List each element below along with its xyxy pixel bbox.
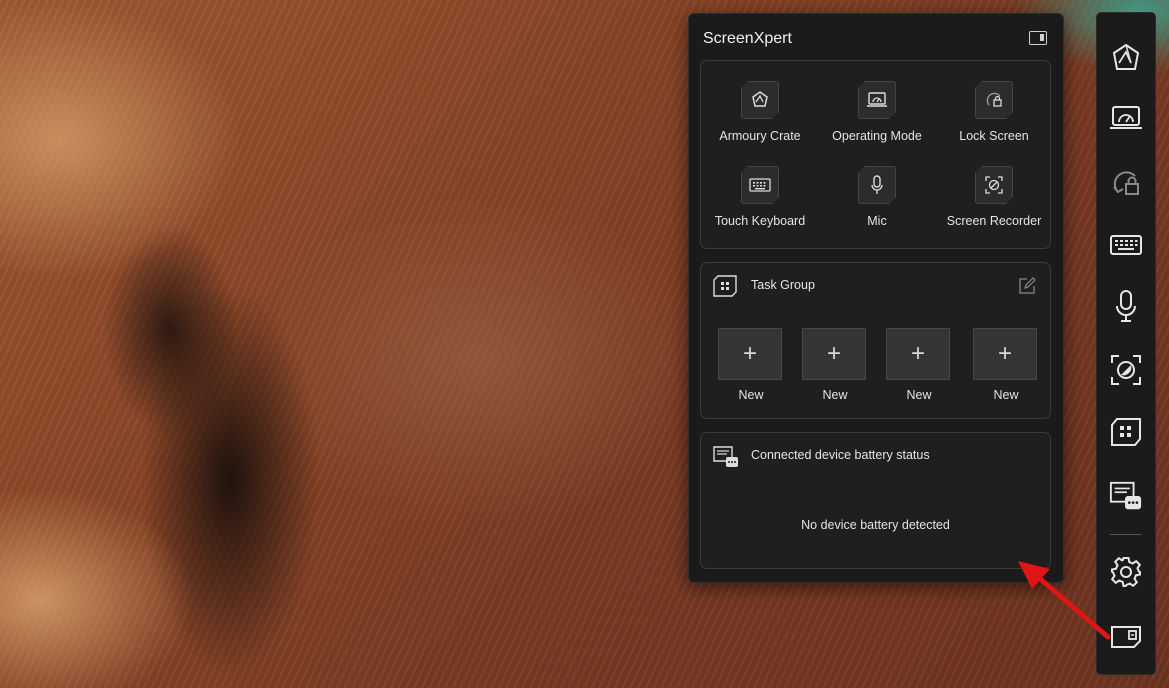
panel-title: ScreenXpert [703, 30, 792, 47]
task-group-icon[interactable] [1109, 415, 1143, 449]
task-group-icon [713, 275, 737, 297]
annotation-arrow [1018, 561, 1111, 640]
add-task-button[interactable]: + [718, 328, 782, 380]
quick-action-touch-keyboard[interactable]: Touch Keyboard [701, 166, 819, 228]
keyboard-icon[interactable] [1109, 228, 1143, 262]
quick-action-operating-mode[interactable]: Operating Mode [818, 81, 936, 143]
operating-mode-icon [858, 81, 896, 119]
lock-screen-icon[interactable] [1109, 166, 1143, 200]
battery-status-icon [713, 445, 738, 467]
collapse-panel-icon[interactable] [1029, 31, 1047, 45]
armoury-crate-icon [741, 81, 779, 119]
task-slot-label: New [906, 388, 932, 402]
quick-action-mic[interactable]: Mic [818, 166, 936, 228]
task-slot-new[interactable]: + New [886, 328, 952, 402]
mic-icon[interactable] [1109, 289, 1143, 323]
task-slot-label: New [822, 388, 848, 402]
task-group-card: Task Group + New + New + New + New [700, 262, 1051, 419]
mic-icon [858, 166, 896, 204]
quick-action-label: Lock Screen [959, 129, 1029, 143]
screen-recorder-icon [975, 166, 1013, 204]
lock-screen-icon [975, 81, 1013, 119]
battery-status-icon[interactable] [1109, 479, 1143, 513]
quick-action-label: Armoury Crate [719, 129, 801, 143]
quick-action-label: Screen Recorder [946, 214, 1042, 228]
task-slot-label: New [993, 388, 1019, 402]
dock-divider [1110, 534, 1142, 535]
quick-action-armoury-crate[interactable]: Armoury Crate [701, 81, 819, 143]
quick-action-label: Operating Mode [832, 129, 922, 143]
task-group-title: Task Group [751, 278, 815, 292]
screenxpert-panel: ScreenXpert Armoury Crate Operating Mode… [688, 13, 1064, 583]
edit-icon[interactable] [1018, 277, 1036, 295]
add-task-button[interactable]: + [886, 328, 950, 380]
armoury-crate-icon[interactable] [1109, 41, 1143, 75]
battery-status-title: Connected device battery status [751, 448, 930, 462]
quick-action-label: Mic [867, 214, 887, 228]
task-slot-new[interactable]: + New [973, 328, 1039, 402]
keyboard-icon [741, 166, 779, 204]
battery-empty-message: No device battery detected [801, 518, 950, 532]
task-slot-label: New [738, 388, 764, 402]
task-slot-new[interactable]: + New [718, 328, 784, 402]
quick-action-label: Touch Keyboard [714, 214, 806, 228]
add-task-button[interactable]: + [802, 328, 866, 380]
add-task-button[interactable]: + [973, 328, 1037, 380]
task-slot-new[interactable]: + New [802, 328, 868, 402]
quick-action-lock-screen[interactable]: Lock Screen [935, 81, 1053, 143]
screen-recorder-icon[interactable] [1109, 353, 1143, 387]
battery-status-card: Connected device battery status No devic… [700, 432, 1051, 569]
quick-action-screen-recorder[interactable]: Screen Recorder [935, 166, 1053, 228]
quick-actions-card: Armoury Crate Operating Mode Lock Screen… [700, 60, 1051, 249]
operating-mode-icon[interactable] [1109, 101, 1143, 135]
